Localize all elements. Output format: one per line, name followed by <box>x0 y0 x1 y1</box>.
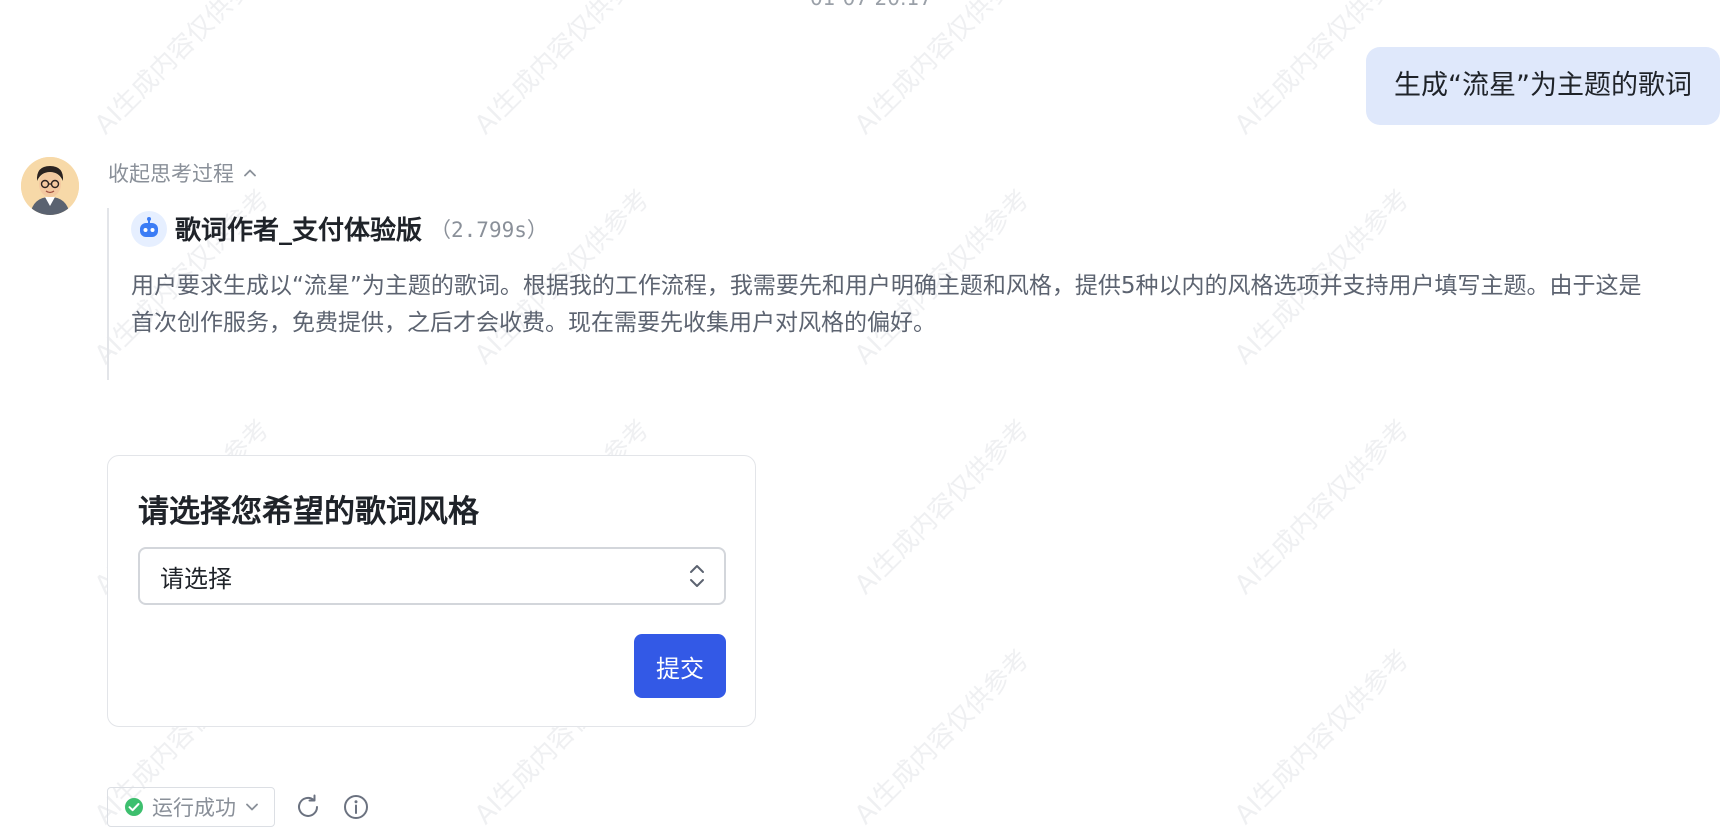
agent-name: 歌词作者_支付体验版 <box>175 216 423 246</box>
check-circle-icon <box>125 798 143 816</box>
watermark-text: AI生成内容仅供参考 <box>1229 414 1416 601</box>
watermark-text: AI生成内容仅供参考 <box>469 0 656 141</box>
thinking-block: 歌词作者_支付体验版 （2.799s） 用户要求生成以“流星”为主题的歌词。根据… <box>107 208 1649 380</box>
chevron-up-icon <box>244 169 256 177</box>
status-bar: 运行成功 <box>107 787 371 827</box>
run-status-dropdown[interactable]: 运行成功 <box>107 787 275 827</box>
refresh-icon[interactable] <box>293 792 323 822</box>
user-message-bubble: 生成“流星”为主题的歌词 <box>1366 47 1720 125</box>
style-select[interactable]: 请选择 <box>138 547 726 605</box>
style-form-card: 请选择您希望的歌词风格 请选择 提交 <box>107 455 756 727</box>
watermark-text: AI生成内容仅供参考 <box>849 414 1036 601</box>
select-arrows-icon <box>690 565 704 587</box>
message-timestamp: 01-07 20:17 <box>810 0 932 10</box>
collapse-thinking-toggle[interactable]: 收起思考过程 <box>108 158 258 188</box>
run-status-label: 运行成功 <box>152 796 236 820</box>
agent-duration: （2.799s） <box>430 217 548 242</box>
thinking-text: 用户要求生成以“流星”为主题的歌词。根据我的工作流程，我需要先和用户明确主题和风… <box>131 273 1642 336</box>
bot-avatar <box>21 157 79 215</box>
watermark-text: AI生成内容仅供参考 <box>849 0 1036 141</box>
submit-button[interactable]: 提交 <box>634 634 726 698</box>
agent-header: 歌词作者_支付体验版 （2.799s） <box>131 210 548 247</box>
select-placeholder: 请选择 <box>160 564 232 593</box>
watermark-text: AI生成内容仅供参考 <box>89 0 276 141</box>
info-icon[interactable] <box>341 792 371 822</box>
robot-icon <box>131 210 167 247</box>
collapse-thinking-label: 收起思考过程 <box>108 162 234 186</box>
watermark-text: AI生成内容仅供参考 <box>1229 644 1416 831</box>
watermark-text: AI生成内容仅供参考 <box>849 644 1036 831</box>
form-title: 请选择您希望的歌词风格 <box>138 494 479 530</box>
chat-page: AI生成内容仅供参考 AI生成内容仅供参考 AI生成内容仅供参考 AI生成内容仅供参考… <box>0 0 1734 840</box>
chevron-down-icon <box>246 803 258 811</box>
